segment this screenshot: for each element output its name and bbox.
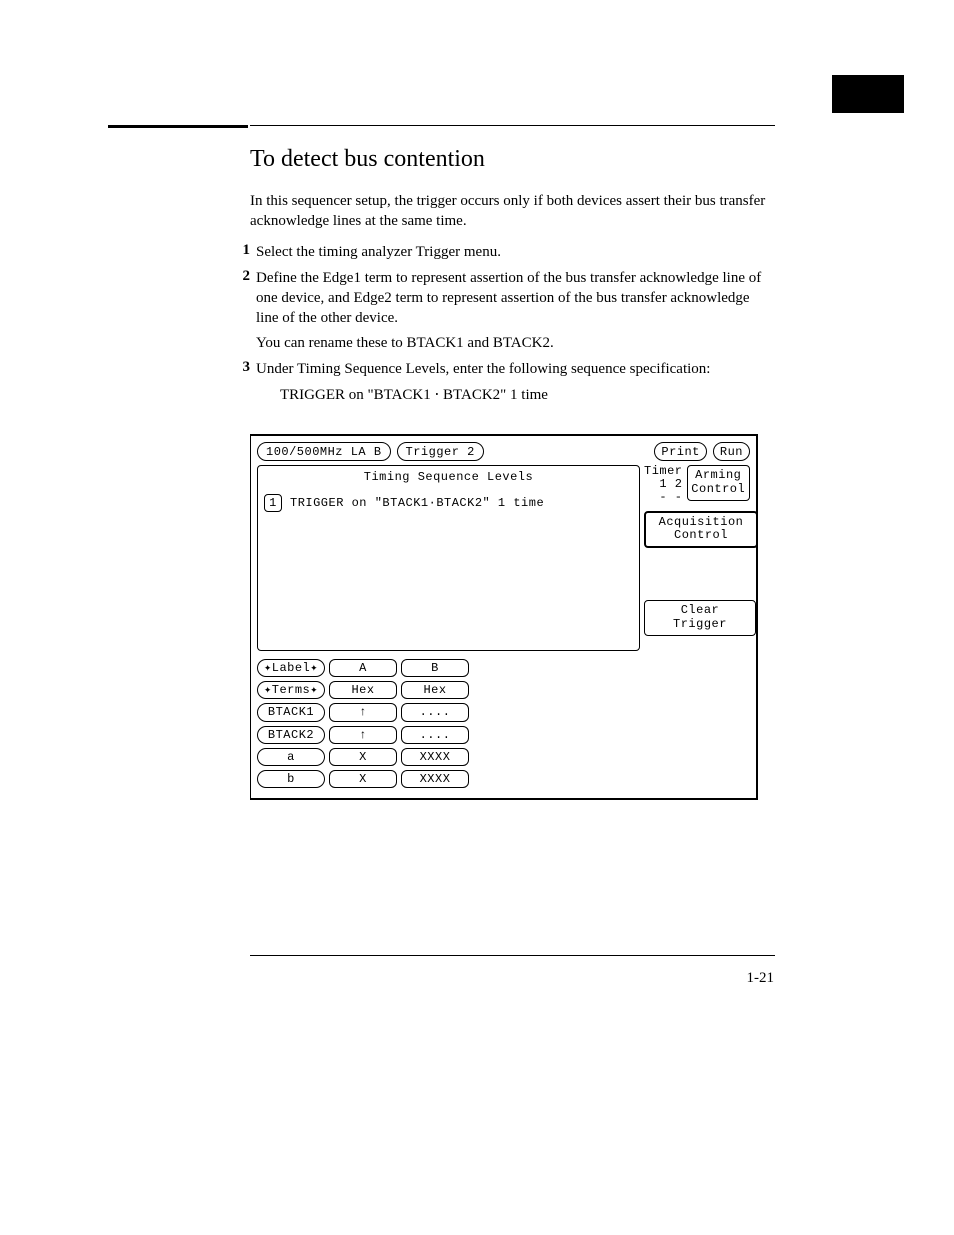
timing-sequence-levels-panel: Timing Sequence Levels 1 TRIGGER on "BTA… [257, 465, 640, 651]
step-number: 1 [230, 242, 256, 262]
print-button[interactable]: Print [654, 442, 707, 461]
page-content: To detect bus contention In this sequenc… [250, 140, 775, 800]
term-val-b[interactable]: XXXX [401, 770, 469, 788]
col-a-header[interactable]: A [329, 659, 397, 677]
term-val-b[interactable]: .... [401, 703, 469, 721]
term-val-a[interactable]: X [329, 748, 397, 766]
format-b[interactable]: Hex [401, 681, 469, 699]
terms-header[interactable]: ✦Terms✦ [257, 681, 325, 699]
step-note: You can rename these to BTACK1 and BTACK… [256, 333, 775, 353]
step-text: Select the timing analyzer Trigger menu. [256, 242, 775, 262]
label-header[interactable]: ✦Label✦ [257, 659, 325, 677]
step-2: 2 Define the Edge1 term to represent ass… [230, 268, 775, 353]
format-a[interactable]: Hex [329, 681, 397, 699]
terms-table: ✦Label✦ A B ✦Terms✦ Hex Hex BTACK1 ↑ ...… [251, 651, 756, 798]
step-3: 3 Under Timing Sequence Levels, enter th… [230, 359, 775, 379]
run-button[interactable]: Run [713, 442, 750, 461]
tsl-step-text: TRIGGER on "BTACK1·BTACK2" 1 time [290, 496, 633, 510]
trigger-menu-button[interactable]: Trigger 2 [397, 442, 484, 461]
term-val-b[interactable]: .... [401, 726, 469, 744]
rule-short [108, 125, 248, 128]
logic-analyzer-screenshot: 100/500MHz LA B Trigger 2 Print Run Timi… [250, 434, 758, 800]
page-tab [832, 75, 904, 113]
term-name[interactable]: BTACK2 [257, 726, 325, 744]
arming-control-button[interactable]: Arming Control [687, 465, 750, 501]
tsl-title: Timing Sequence Levels [264, 470, 633, 484]
term-name[interactable]: BTACK1 [257, 703, 325, 721]
term-val-a[interactable]: ↑ [329, 703, 397, 721]
term-name[interactable]: a [257, 748, 325, 766]
step-1: 1 Select the timing analyzer Trigger men… [230, 242, 775, 262]
intro-paragraph: In this sequencer setup, the trigger occ… [250, 191, 775, 232]
acquisition-control-button[interactable]: Acquisition Control [644, 511, 758, 549]
term-name[interactable]: b [257, 770, 325, 788]
trigger-spec: TRIGGER on "BTACK1 ⋅ BTACK2" 1 time [280, 385, 775, 404]
rule-long [250, 125, 775, 126]
tsl-step-number[interactable]: 1 [264, 494, 282, 512]
section-title: To detect bus contention [250, 146, 775, 173]
step-number: 3 [230, 359, 256, 379]
machine-button[interactable]: 100/500MHz LA B [257, 442, 391, 461]
term-val-a[interactable]: ↑ [329, 726, 397, 744]
step-text: Under Timing Sequence Levels, enter the … [256, 359, 775, 379]
step-number: 2 [230, 268, 256, 353]
term-val-b[interactable]: XXXX [401, 748, 469, 766]
timer-label: Timer 1 2 - - [644, 465, 683, 505]
col-b-header[interactable]: B [401, 659, 469, 677]
clear-trigger-button[interactable]: Clear Trigger [644, 600, 756, 636]
step-text: Define the Edge1 term to represent asser… [256, 268, 775, 329]
footer-rule [250, 955, 775, 956]
term-val-a[interactable]: X [329, 770, 397, 788]
page-number: 1-21 [747, 970, 775, 987]
